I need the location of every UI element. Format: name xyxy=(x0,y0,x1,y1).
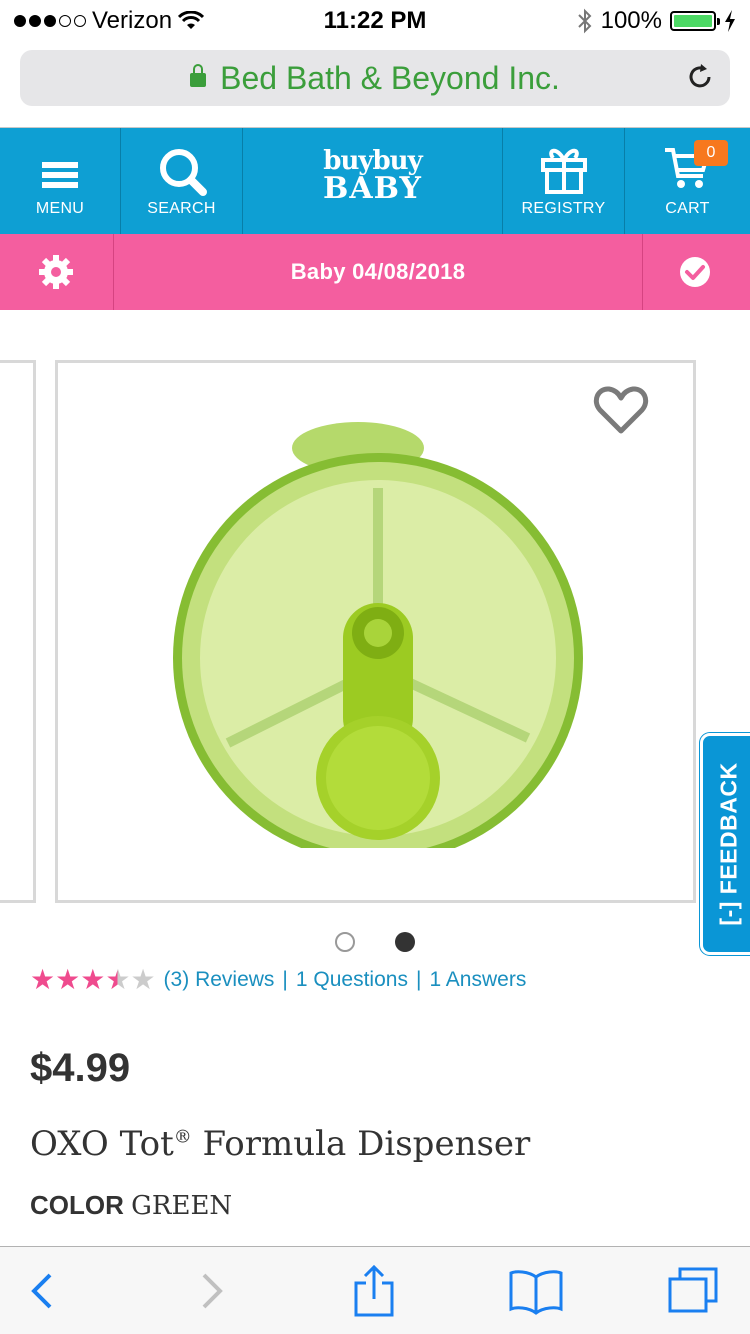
heart-icon[interactable] xyxy=(593,385,649,435)
status-bar: Verizon 11:22 PM 100% xyxy=(0,0,750,40)
questions-link[interactable]: 1 Questions xyxy=(296,968,408,992)
star-empty-icon: ★ xyxy=(130,964,156,995)
registry-button[interactable]: REGISTRY xyxy=(503,128,625,234)
cart-count-badge: 0 xyxy=(694,140,728,166)
cart-label: CART xyxy=(665,200,710,217)
back-icon[interactable] xyxy=(20,1267,68,1315)
cart-button[interactable]: 0 CART xyxy=(625,128,750,234)
search-button[interactable]: SEARCH xyxy=(121,128,243,234)
product-title: OXO Tot® Formula Dispenser xyxy=(30,1124,530,1164)
carousel-dot-2[interactable] xyxy=(395,932,415,952)
product-title-main: OXO Tot xyxy=(30,1124,174,1164)
browser-address-area: Bed Bath & Beyond Inc. xyxy=(0,40,750,128)
browser-toolbar xyxy=(0,1246,750,1334)
feedback-tab[interactable]: [-] FEEDBACK xyxy=(700,733,750,955)
star-icon: ★ xyxy=(55,964,81,995)
hamburger-icon xyxy=(42,162,78,192)
review-count[interactable]: (3) xyxy=(164,968,190,992)
star-icon: ★ xyxy=(80,964,106,995)
feedback-label: [-] FEEDBACK xyxy=(715,762,742,926)
star-rating[interactable]: ★ ★ ★ ★ ★ xyxy=(30,966,156,994)
color-row: COLOR GREEN xyxy=(30,1190,232,1221)
registry-label: REGISTRY xyxy=(521,200,606,217)
charging-icon xyxy=(725,10,735,32)
registry-bar: Baby 04/08/2018 xyxy=(0,234,750,310)
separator: | xyxy=(282,968,288,991)
separator: | xyxy=(415,968,422,991)
bluetooth-icon xyxy=(577,8,592,34)
search-label: SEARCH xyxy=(147,200,216,217)
answers-link[interactable]: 1 Answers xyxy=(429,968,526,992)
address-bar[interactable]: Bed Bath & Beyond Inc. xyxy=(20,50,730,106)
registry-name[interactable]: Baby 04/08/2018 xyxy=(114,234,642,310)
star-icon: ★ xyxy=(30,964,56,995)
product-price: $4.99 xyxy=(30,1046,131,1090)
checkmark-circle-icon xyxy=(680,257,710,287)
main-nav: MENU SEARCH buybuy BABY REGISTRY 0 CART xyxy=(0,128,750,234)
search-icon xyxy=(160,149,207,196)
carousel-dot-1[interactable] xyxy=(335,932,355,952)
menu-label: MENU xyxy=(35,200,85,217)
gear-icon xyxy=(39,255,73,289)
reviews-link[interactable]: Reviews xyxy=(195,968,274,992)
buybuy-baby-logo[interactable]: buybuy BABY xyxy=(243,128,503,234)
logo-text: buybuy BABY xyxy=(243,148,502,204)
url-title: Bed Bath & Beyond Inc. xyxy=(220,60,560,96)
carousel-pagination xyxy=(0,932,750,952)
reload-icon[interactable] xyxy=(686,63,714,91)
url-display[interactable]: Bed Bath & Beyond Inc. xyxy=(20,60,730,97)
status-right: 100% xyxy=(577,7,736,35)
menu-button[interactable]: MENU xyxy=(0,128,121,234)
registered-mark: ® xyxy=(173,1126,192,1148)
lock-icon xyxy=(190,64,207,87)
battery-percent: 100% xyxy=(600,7,662,34)
tabs-icon[interactable] xyxy=(666,1267,720,1315)
forward-icon[interactable] xyxy=(188,1267,236,1315)
battery-icon xyxy=(670,11,720,31)
product-image-slide[interactable] xyxy=(55,360,696,903)
star-half-icon: ★ xyxy=(105,964,131,995)
gift-icon xyxy=(541,148,587,194)
color-value: GREEN xyxy=(131,1191,233,1221)
rating-row: ★ ★ ★ ★ ★ (3) Reviews | 1 Questions | 1 … xyxy=(30,966,526,994)
product-title-rest: Formula Dispenser xyxy=(191,1124,531,1164)
registry-settings-button[interactable] xyxy=(0,234,114,310)
bookmarks-icon[interactable] xyxy=(508,1267,564,1315)
color-label: COLOR xyxy=(30,1190,124,1220)
share-icon[interactable] xyxy=(350,1263,398,1319)
previous-slide[interactable] xyxy=(0,360,36,903)
logo-line-2: BABY xyxy=(323,171,422,206)
product-image xyxy=(173,422,583,848)
registry-check-button[interactable] xyxy=(642,234,750,310)
